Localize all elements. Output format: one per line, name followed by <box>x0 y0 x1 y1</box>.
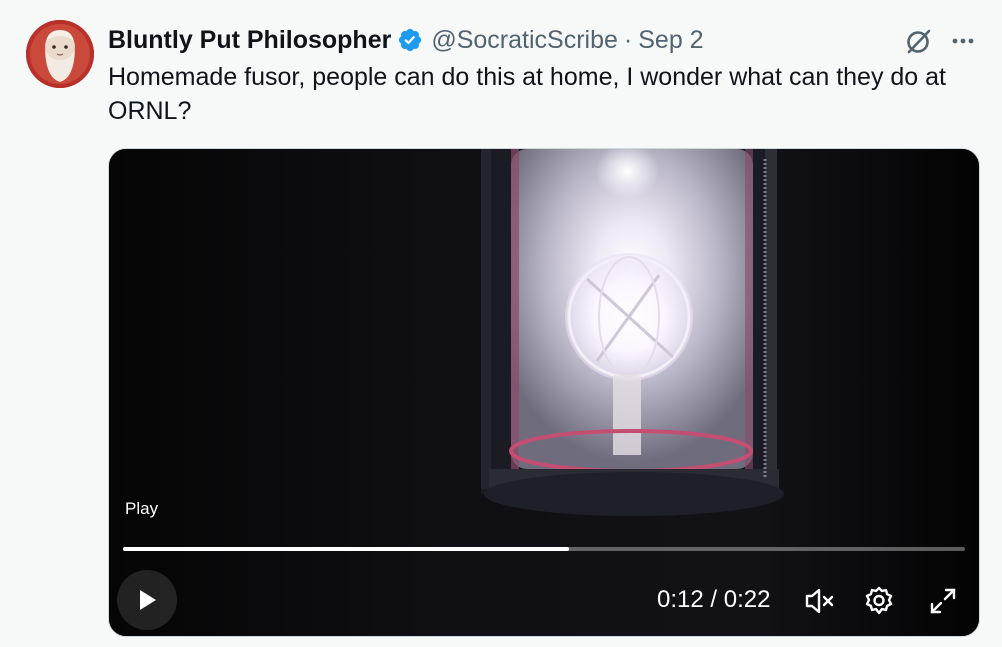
play-button[interactable] <box>117 570 177 630</box>
video-frame[interactable] <box>109 149 979 636</box>
settings-icon[interactable] <box>861 583 897 619</box>
author-avatar[interactable] <box>26 20 94 88</box>
video-time-readout: 0:12 / 0:22 <box>657 586 771 613</box>
video-progress-bar[interactable] <box>123 547 965 551</box>
tweet-card[interactable]: Bluntly Put Philosopher @SocraticScribe … <box>0 0 1002 647</box>
author-handle[interactable]: @SocraticScribe <box>431 26 618 55</box>
video-player[interactable]: Play 0:12 / 0:22 <box>108 148 980 637</box>
more-icon[interactable] <box>948 26 978 56</box>
play-label: Play <box>125 499 159 518</box>
tweet-text: Homemade fusor, people can do this at ho… <box>108 63 947 125</box>
video-progress-fill <box>123 547 570 551</box>
mute-icon[interactable] <box>801 583 837 619</box>
tweet-date[interactable]: Sep 2 <box>638 26 703 55</box>
grok-icon[interactable] <box>904 26 934 56</box>
tweet-header: Bluntly Put Philosopher @SocraticScribe … <box>108 24 704 56</box>
author-display-name[interactable]: Bluntly Put Philosopher <box>108 26 391 55</box>
fullscreen-icon[interactable] <box>925 583 961 619</box>
header-separator: · <box>623 25 633 54</box>
verified-badge-icon[interactable] <box>397 27 423 53</box>
philosopher-avatar-icon <box>26 20 94 88</box>
play-icon <box>140 590 156 610</box>
